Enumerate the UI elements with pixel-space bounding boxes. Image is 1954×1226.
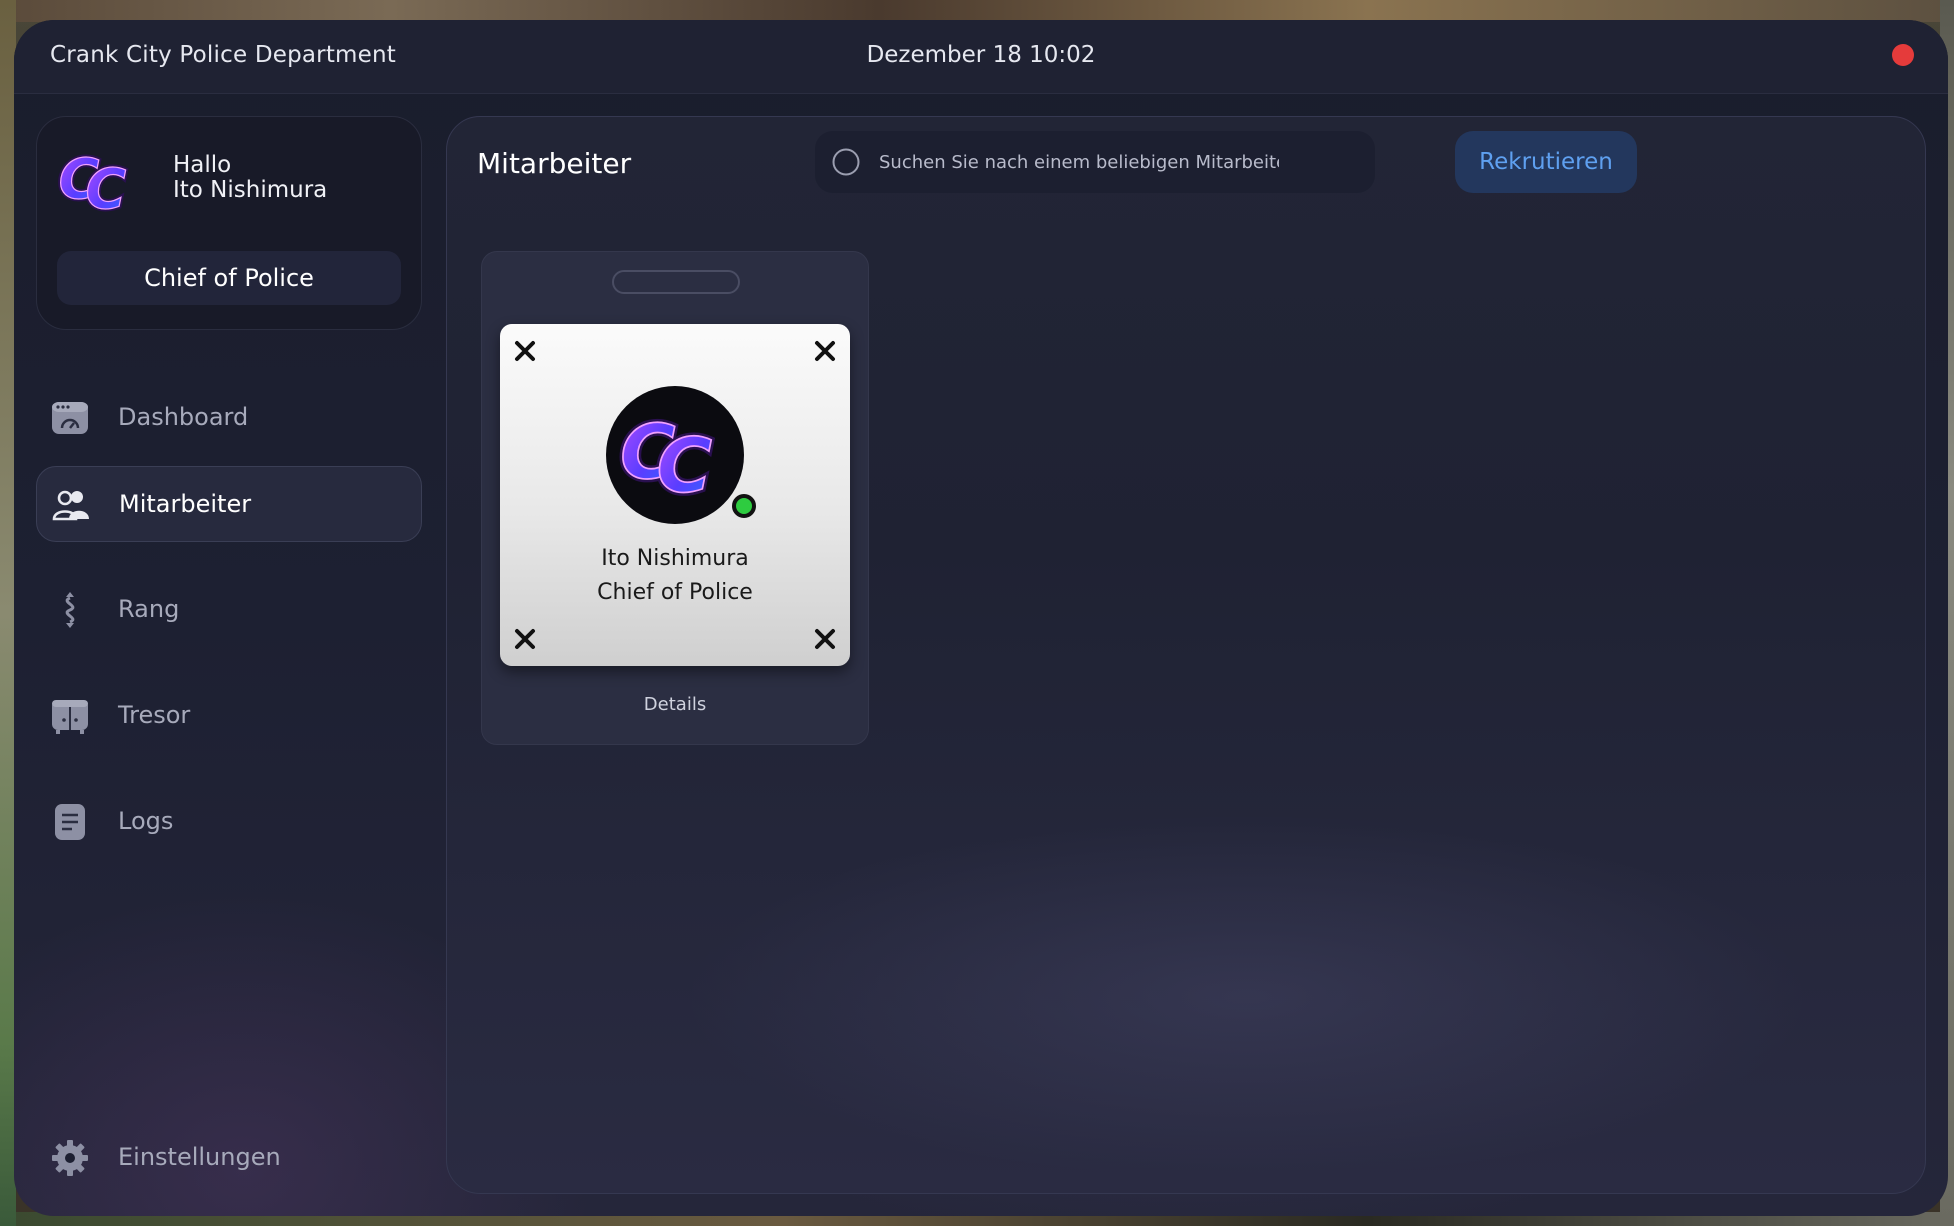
rank-icon	[65, 592, 75, 628]
title-bar: Crank City Police Department Dezember 18…	[14, 20, 1948, 94]
user-name: Ito Nishimura	[173, 177, 328, 203]
user-greeting: Hallo Ito Nishimura	[173, 153, 327, 203]
sidebar-item-tresor[interactable]: Tresor	[36, 678, 422, 754]
dashboard-icon	[52, 402, 88, 434]
svg-text:C: C	[86, 158, 127, 222]
cc-logo-icon: C C C C	[57, 145, 129, 223]
employee-id-badge: C C C C Ito Nishimura Chief of Police	[500, 324, 850, 666]
employee-card[interactable]: C C C C Ito Nishimura Chief of Police De…	[481, 251, 869, 745]
sidebar-item-logs[interactable]: Logs	[36, 784, 422, 860]
page-title: Mitarbeiter	[477, 147, 632, 180]
user-role-badge: Chief of Police	[57, 251, 401, 305]
sidebar-item-label: Rang	[118, 595, 180, 623]
search-input[interactable]	[879, 148, 1279, 176]
close-button[interactable]	[1892, 44, 1914, 66]
sidebar-item-rang[interactable]: Rang	[36, 572, 422, 648]
logs-icon	[55, 804, 85, 840]
vault-icon	[52, 700, 88, 734]
sidebar-item-label: Einstellungen	[118, 1143, 281, 1171]
avatar: C C C C	[606, 386, 744, 524]
tablet-window: Crank City Police Department Dezember 18…	[14, 20, 1948, 1216]
profile-card: C C C C Hallo Ito Nishimura Chief of Pol…	[36, 116, 422, 330]
corner-x-icon	[815, 341, 835, 361]
online-status-indicator	[732, 494, 756, 518]
search-icon	[832, 148, 860, 176]
date-time: Dezember 18 10:02	[866, 42, 1096, 68]
users-icon	[52, 490, 89, 521]
greeting-text: Hallo	[173, 152, 232, 178]
employee-name: Ito Nishimura	[601, 546, 749, 571]
cc-logo-icon: C C C C	[618, 404, 715, 512]
corner-x-icon	[515, 629, 535, 649]
corner-x-icon	[815, 629, 835, 649]
sidebar-item-dashboard[interactable]: Dashboard	[36, 380, 422, 456]
gear-icon	[52, 1140, 88, 1176]
sidebar-item-label: Dashboard	[118, 403, 249, 431]
search-bar	[815, 131, 1375, 193]
employee-details-link[interactable]: Details	[482, 694, 868, 715]
sidebar-item-label: Mitarbeiter	[119, 490, 252, 518]
svg-text:C: C	[657, 421, 712, 509]
sidebar-item-label: Tresor	[118, 701, 191, 729]
badge-clip-slot	[612, 270, 740, 294]
sidebar-item-mitarbeiter[interactable]: Mitarbeiter	[36, 466, 422, 542]
corner-x-icon	[515, 341, 535, 361]
main-panel: Mitarbeiter Rekrutieren	[446, 116, 1926, 1194]
sidebar-item-label: Logs	[118, 807, 174, 835]
employee-rank: Chief of Police	[597, 580, 753, 605]
background-world-top	[0, 0, 1954, 22]
sidebar-item-einstellungen[interactable]: Einstellungen	[36, 1120, 422, 1196]
recruit-button[interactable]: Rekrutieren	[1455, 131, 1637, 193]
